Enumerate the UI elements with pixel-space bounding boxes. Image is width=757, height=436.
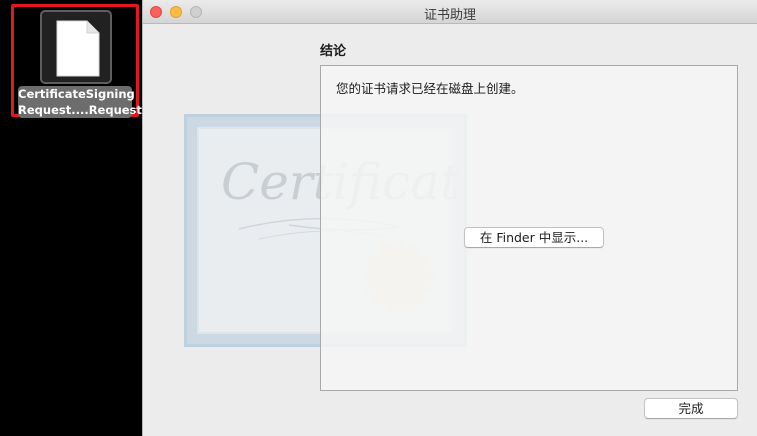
desktop-file-certificate-signing-request[interactable]: CertificateSigning Request....Request (11, 4, 142, 118)
window-title: 证书助理 (423, 8, 476, 23)
title-bar: 证书助理 (143, 0, 757, 24)
show-in-finder-button[interactable]: 在 Finder 中显示... (464, 227, 604, 248)
content-panel: 您的证书请求已经在磁盘上创建。 在 Finder 中显示... (320, 65, 738, 391)
certificate-assistant-window: 证书助理 Certificate 结论 您的证书请求已经在磁盘上创建。 在 Fi… (142, 0, 757, 436)
done-button[interactable]: 完成 (644, 398, 738, 419)
document-icon (56, 20, 100, 77)
result-message: 您的证书请求已经在磁盘上创建。 (336, 81, 524, 96)
file-name-line-1: CertificateSigning (18, 87, 135, 101)
file-name-label: CertificateSigning Request....Request (18, 86, 142, 118)
section-title: 结论 (320, 44, 347, 59)
file-name-line-2: Request....Request (18, 102, 142, 117)
